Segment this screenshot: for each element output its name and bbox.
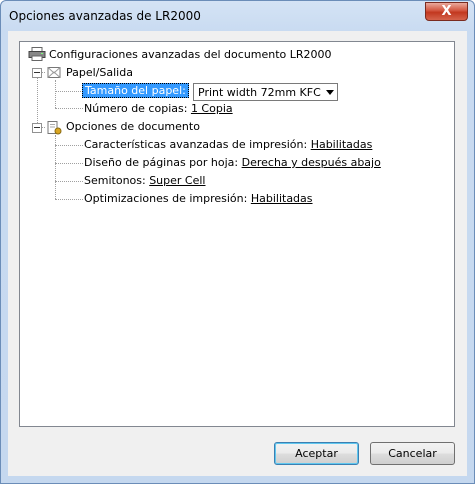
setting-label: Optimizaciones de impresión:: [84, 192, 248, 205]
tree-line: [55, 108, 83, 109]
tree-item-optimizations[interactable]: Optimizaciones de impresión: Habilitadas: [84, 191, 313, 207]
setting-label: Características avanzadas de impresión:: [84, 138, 308, 151]
collapse-document-icon[interactable]: [32, 123, 42, 133]
tree-line: [55, 199, 83, 200]
tree-item-halftone[interactable]: Semitonos: Super Cell: [84, 173, 206, 189]
tree-node-document[interactable]: Opciones de documento: [66, 119, 200, 135]
settings-tree[interactable]: Configuraciones avanzadas del documento …: [19, 41, 455, 427]
tree-item-paper-size[interactable]: Tamaño del papel:: [82, 83, 189, 99]
tree-item-copies[interactable]: Número de copias: 1 Copia: [84, 101, 233, 117]
setting-value[interactable]: Habilitadas: [251, 192, 313, 205]
tree-item-advanced-features[interactable]: Características avanzadas de impresión: …: [84, 137, 372, 153]
printer-icon: [28, 47, 46, 61]
paper-output-icon: [47, 67, 61, 78]
tree-line: [55, 145, 83, 146]
dialog-window: Opciones avanzadas de LR2000 X Configura…: [0, 0, 475, 484]
close-icon: X: [441, 4, 452, 19]
tree-line: [55, 163, 83, 164]
cancel-button[interactable]: Cancelar: [370, 442, 455, 465]
setting-value[interactable]: Derecha y después abajo: [242, 156, 381, 169]
paper-size-label: Tamaño del papel:: [82, 83, 189, 98]
tree-line: [55, 181, 83, 182]
tree-root-label: Configuraciones avanzadas del documento …: [49, 48, 332, 61]
document-options-icon: [47, 121, 62, 135]
setting-label: Semitonos:: [84, 174, 146, 187]
paper-output-label: Papel/Salida: [66, 66, 133, 79]
accept-button[interactable]: Aceptar: [274, 442, 359, 465]
copies-value[interactable]: 1 Copia: [191, 102, 233, 115]
dialog-content: Configuraciones avanzadas del documento …: [8, 31, 467, 476]
title-bar[interactable]: Opciones avanzadas de LR2000 X: [1, 1, 474, 31]
close-button[interactable]: X: [425, 2, 468, 21]
setting-label: Diseño de páginas por hoja:: [84, 156, 239, 169]
window-title: Opciones avanzadas de LR2000: [9, 9, 201, 23]
collapse-paper-icon[interactable]: [32, 68, 42, 78]
tree-line: [55, 91, 83, 92]
tree-root[interactable]: Configuraciones avanzadas del documento …: [49, 47, 332, 63]
paper-size-select[interactable]: Print width 72mm KFC: [193, 83, 338, 101]
setting-value[interactable]: Habilitadas: [311, 138, 373, 151]
tree-node-paper[interactable]: Papel/Salida: [66, 65, 133, 81]
document-options-label: Opciones de documento: [66, 120, 200, 133]
chevron-down-icon[interactable]: [326, 90, 334, 95]
copies-label: Número de copias:: [84, 102, 188, 115]
tree-line: [55, 80, 56, 108]
setting-value[interactable]: Super Cell: [149, 174, 205, 187]
paper-size-value: Print width 72mm KFC: [198, 86, 321, 99]
tree-item-page-order[interactable]: Diseño de páginas por hoja: Derecha y de…: [84, 155, 381, 171]
